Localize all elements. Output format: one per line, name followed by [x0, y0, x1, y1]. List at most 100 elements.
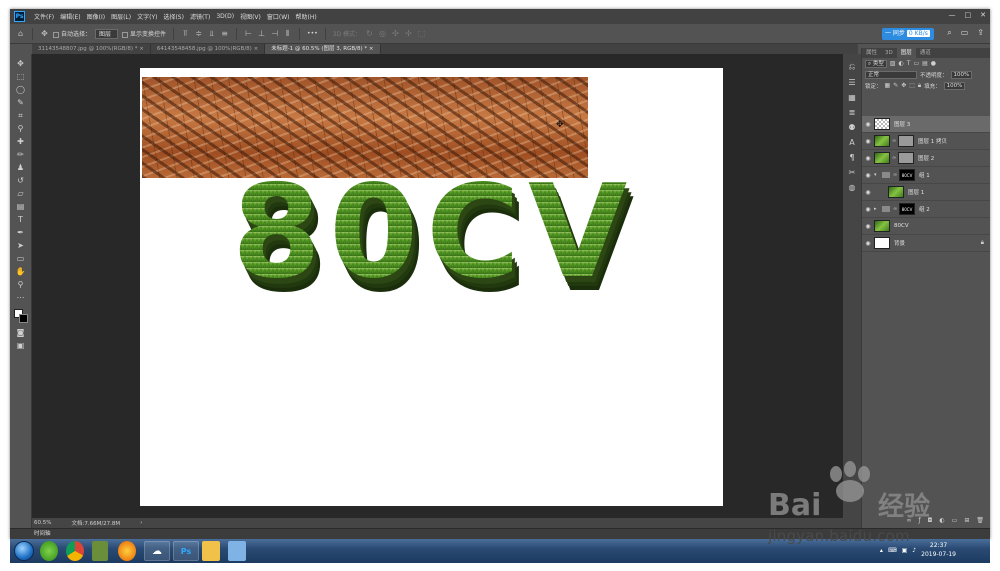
tab-document-3[interactable]: 未标题-1 @ 60.5% (图层 3, RGB/8) * ×	[265, 44, 381, 54]
auto-select-checkbox[interactable]: 自动选择：	[53, 29, 91, 38]
visibility-eye-icon[interactable]: ◉	[862, 240, 874, 247]
close-icon[interactable]: ×	[369, 46, 374, 52]
menu-filter[interactable]: 滤镜(T)	[187, 12, 213, 21]
layer-row[interactable]: ◉ ∞ 图层 1 拷贝	[862, 133, 990, 150]
menu-view[interactable]: 视图(V)	[237, 12, 264, 21]
lock-move-icon[interactable]: ✥	[901, 82, 906, 89]
visibility-eye-icon[interactable]: ◉	[862, 121, 874, 128]
lock-paint-icon[interactable]: ✎	[893, 82, 898, 89]
move-tool-icon[interactable]: ✥	[40, 29, 49, 38]
minimize-button[interactable]: —	[949, 11, 956, 19]
minecraft-icon[interactable]	[92, 541, 108, 561]
fill-input[interactable]: 100%	[943, 81, 966, 90]
blend-mode-dropdown[interactable]: 正常	[865, 70, 917, 79]
cloud-sync-badge[interactable]: 一 同步 0 KB/s	[882, 28, 934, 40]
search-icon[interactable]: ⌕	[947, 28, 951, 38]
layer-row[interactable]: ◉ 图层 3	[862, 116, 990, 133]
filter-smart-icon[interactable]: ▤	[922, 60, 928, 67]
visibility-eye-icon[interactable]: ◉	[862, 172, 874, 179]
distribute-icon[interactable]: ≡	[220, 29, 229, 38]
close-icon[interactable]: ×	[139, 46, 144, 52]
visibility-eye-icon[interactable]: ◉	[862, 206, 874, 213]
zoom-level[interactable]: 60.5%	[34, 520, 51, 526]
distribute-horizontal-icon[interactable]: ⫴	[283, 29, 292, 38]
align-center-icon[interactable]: ⊥	[257, 29, 266, 38]
filter-pixel-icon[interactable]: ▨	[890, 60, 896, 67]
firefox-icon[interactable]	[118, 541, 136, 561]
menu-file[interactable]: 文件(F)	[31, 12, 57, 21]
lasso-tool-icon[interactable]: ◯	[15, 84, 27, 95]
status-menu-arrow[interactable]: ›	[140, 520, 142, 526]
group-row[interactable]: ◉ ▾ ∞ 80CV 组 1	[862, 167, 990, 184]
menu-help[interactable]: 帮助(H)	[293, 12, 320, 21]
close-button[interactable]: ✕	[980, 11, 986, 19]
group-row[interactable]: ◉ ▸ ∞ 80CV 组 2	[862, 201, 990, 218]
filter-type-icon[interactable]: T	[907, 60, 911, 67]
align-right-icon[interactable]: ⊣	[270, 29, 279, 38]
lock-icon[interactable]: 🔒︎	[981, 239, 984, 247]
more-options-button[interactable]: •••	[307, 30, 318, 37]
group-mask-thumbnail[interactable]: 80CV	[899, 203, 915, 215]
3d-roll-icon[interactable]: ◎	[378, 29, 387, 38]
maximize-button[interactable]: □	[965, 11, 972, 19]
person-icon[interactable]: ⚉	[848, 123, 855, 132]
marquee-tool-icon[interactable]: ⬚	[15, 71, 27, 82]
lock-transparent-icon[interactable]: ▦	[885, 82, 891, 89]
3d-rotate-icon[interactable]: ↻	[365, 29, 374, 38]
visibility-eye-icon[interactable]: ◉	[862, 223, 874, 230]
crop-tool-icon[interactable]: ⌗	[15, 110, 27, 121]
chevron-down-icon[interactable]: ▾	[874, 172, 880, 178]
adjust-icon[interactable]: ☰	[848, 78, 855, 87]
align-middle-icon[interactable]: ≑	[194, 29, 203, 38]
baidu-netdisk-icon[interactable]: ☁	[144, 541, 170, 561]
eraser-tool-icon[interactable]: ▱	[15, 188, 27, 199]
layer-filter-dropdown[interactable]: ⌕ 类型	[865, 59, 887, 68]
layer-row[interactable]: ◉ 80CV	[862, 218, 990, 235]
delete-layer-icon[interactable]: 🗑︎	[976, 517, 984, 526]
new-layer-icon[interactable]: ⊞	[964, 517, 969, 526]
workspace-icon[interactable]: ▭	[961, 28, 969, 38]
gradient-tool-icon[interactable]: ▤	[15, 201, 27, 212]
chevron-right-icon[interactable]: ▸	[874, 206, 880, 212]
share-icon[interactable]: ⇪	[977, 28, 984, 38]
tab-3d[interactable]: 3D	[881, 48, 897, 58]
screen-mode-icon[interactable]: ▣	[15, 340, 27, 351]
zoom-tool-icon[interactable]: ⚲	[15, 279, 27, 290]
more-tools-icon[interactable]: ⋯	[15, 292, 27, 303]
document-canvas[interactable]: 80CV 80CV 80CV 80CV ✥	[140, 68, 723, 506]
character-icon[interactable]: A	[849, 138, 854, 147]
menu-type[interactable]: 文字(Y)	[134, 12, 160, 21]
menu-3d[interactable]: 3D(D)	[213, 13, 237, 20]
type-tool-icon[interactable]: T	[15, 214, 27, 225]
tab-channels[interactable]: 通道	[916, 48, 935, 58]
tab-properties[interactable]: 属性	[862, 48, 881, 58]
layer-row[interactable]: ◉ ∞ 图层 2	[862, 150, 990, 167]
align-left-icon[interactable]: ⊢	[244, 29, 253, 38]
history-icon[interactable]: ⎌	[849, 62, 855, 72]
lock-all-icon[interactable]: 🔒︎	[918, 82, 921, 90]
visibility-eye-icon[interactable]: ◉	[862, 138, 874, 145]
menu-layer[interactable]: 图层(L)	[108, 12, 134, 21]
menu-window[interactable]: 窗口(W)	[264, 12, 293, 21]
home-icon[interactable]: ⌂	[16, 29, 25, 38]
paragraph-icon[interactable]: ¶	[849, 153, 854, 162]
filter-shape-icon[interactable]: ▭	[913, 60, 919, 67]
filter-adjust-icon[interactable]: ◐	[899, 60, 904, 67]
tools-preset-icon[interactable]: ✂	[849, 168, 856, 177]
brush-tool-icon[interactable]: ✏	[15, 149, 27, 160]
3d-icon[interactable]: ◍	[849, 183, 856, 192]
layer-mask-thumbnail[interactable]	[898, 152, 914, 164]
opacity-input[interactable]: 100%	[950, 70, 973, 79]
start-button[interactable]	[14, 541, 34, 561]
tab-document-2[interactable]: 64143548458.jpg @ 100%(RGB/8) ×	[151, 44, 266, 54]
lock-artboard-icon[interactable]: ⬚	[909, 82, 915, 89]
tab-document-1[interactable]: 31143548807.jpg @ 100%(RGB/8) * ×	[32, 44, 151, 54]
group-mask-thumbnail[interactable]: 80CV	[899, 169, 915, 181]
file-explorer-icon[interactable]	[202, 541, 220, 561]
menu-image[interactable]: 图像(I)	[84, 12, 108, 21]
360-browser-icon[interactable]	[40, 541, 58, 561]
picture-viewer-icon[interactable]	[228, 541, 246, 561]
color-swatches[interactable]	[13, 309, 28, 323]
healing-tool-icon[interactable]: ✚	[15, 136, 27, 147]
sliders-icon[interactable]: ≣	[849, 108, 856, 117]
